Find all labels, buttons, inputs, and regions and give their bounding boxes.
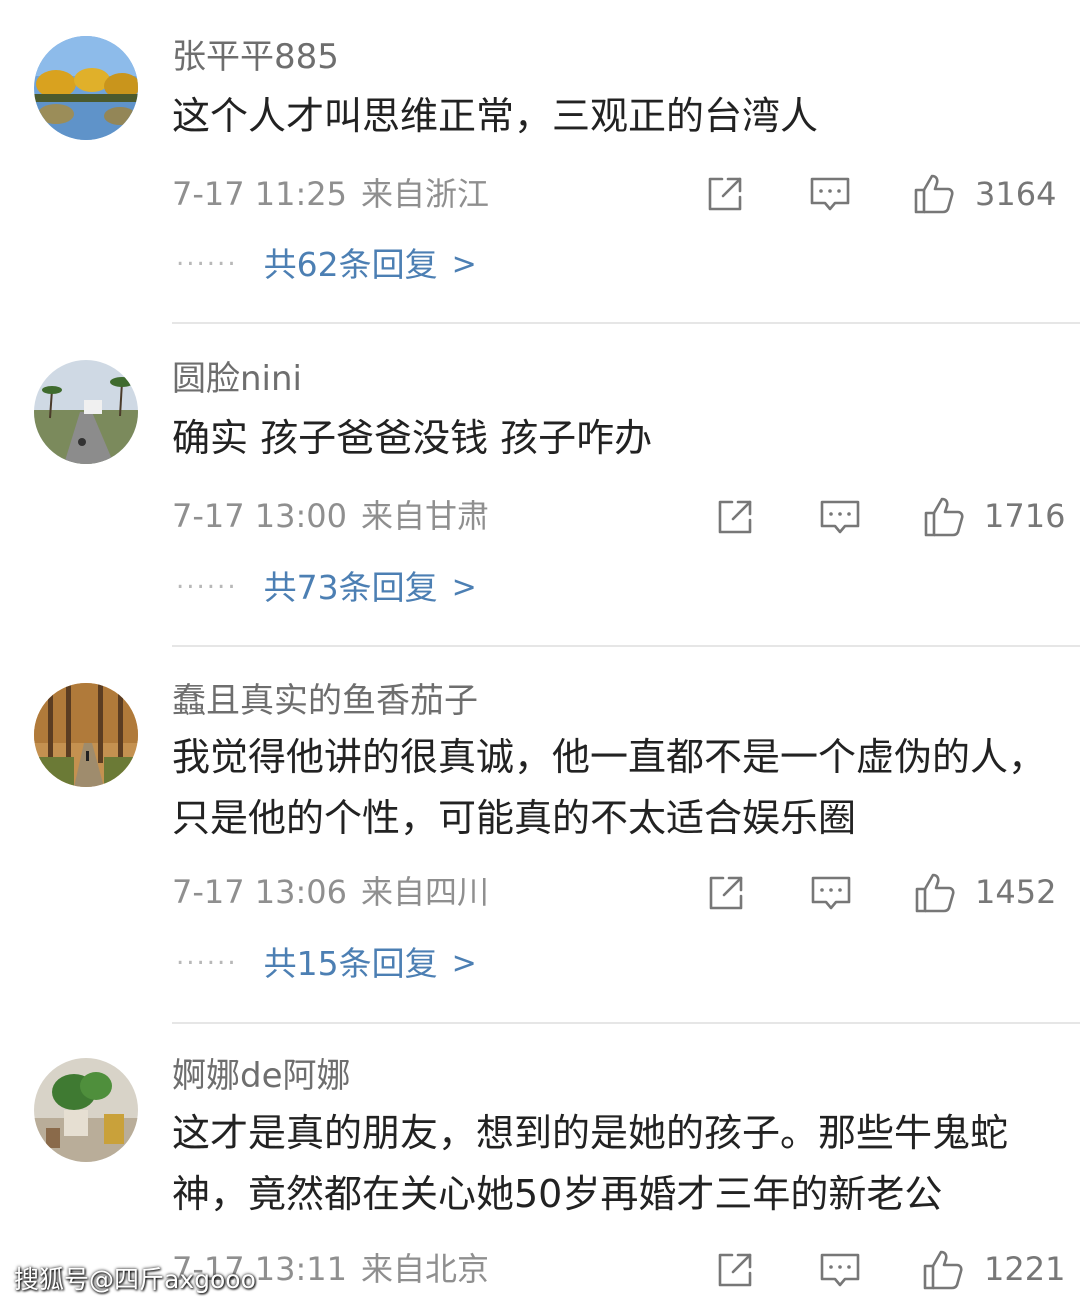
comment-icon: [820, 500, 860, 534]
replies-dots: ······: [176, 249, 238, 280]
autumn-trees-lake-photo-icon: [34, 36, 138, 140]
like-button[interactable]: [922, 495, 966, 539]
like-count: 1452: [975, 873, 1057, 911]
comment-text: 这个人才叫思维正常，三观正的台湾人: [172, 94, 819, 138]
view-replies-link[interactable]: ······ 共15条回复 >: [176, 947, 477, 980]
replies-dots: ······: [176, 948, 238, 979]
share-button[interactable]: [715, 1250, 755, 1290]
share-icon: [708, 177, 742, 211]
share-icon: [718, 500, 752, 534]
share-button[interactable]: [705, 174, 745, 214]
share-button[interactable]: [706, 873, 746, 913]
timestamp: 7-17 13:00: [172, 497, 348, 535]
timestamp: 7-17 13:06: [172, 873, 348, 911]
like-count: 1221: [984, 1250, 1066, 1288]
reply-button[interactable]: [808, 174, 852, 214]
chevron-right-icon: >: [451, 569, 477, 605]
replies-count: 共73条回复: [263, 568, 438, 607]
view-replies-link[interactable]: ······ 共62条回复 >: [176, 248, 477, 281]
comment-icon: [820, 1253, 860, 1287]
share-icon: [718, 1253, 752, 1287]
reply-button[interactable]: [818, 1250, 862, 1290]
avatar[interactable]: [34, 683, 138, 787]
comment-text: 确实 孩子爸爸没钱 孩子咋办: [172, 416, 653, 460]
like-button[interactable]: [921, 1248, 965, 1292]
share-button[interactable]: [715, 497, 755, 537]
potted-plant-photo-icon: [34, 1058, 138, 1162]
avatar[interactable]: [34, 360, 138, 464]
thumbs-up-icon: [923, 1250, 963, 1290]
palm-road-photo-icon: [34, 360, 138, 464]
comment-meta: 7-17 13:00 来自甘肃: [172, 500, 489, 532]
username[interactable]: 圆脸nini: [172, 362, 302, 396]
thumbs-up-icon: [915, 873, 955, 913]
thumbs-up-icon: [924, 497, 964, 537]
username[interactable]: 婀娜de阿娜: [172, 1059, 351, 1093]
replies-count: 共62条回复: [263, 245, 438, 284]
location: 来自甘肃: [361, 497, 490, 535]
like-button[interactable]: [913, 871, 957, 915]
chevron-right-icon: >: [451, 246, 477, 282]
reply-button[interactable]: [809, 873, 853, 913]
comment-text: 这才是真的朋友，想到的是她的孩子。那些牛鬼蛇神，竟然都在关心她50岁再婚才三年的…: [172, 1111, 1009, 1216]
autumn-forest-path-photo-icon: [34, 683, 138, 787]
location: 来自浙江: [361, 175, 490, 213]
comment-text: 我觉得他讲的很真诚，他一直都不是一个虚伪的人，只是他的个性，可能真的不太适合娱乐…: [172, 735, 1047, 840]
comment-icon: [810, 177, 850, 211]
like-count: 3164: [975, 175, 1057, 213]
thumbs-up-icon: [914, 174, 954, 214]
divider: [172, 645, 1080, 647]
share-icon: [709, 876, 743, 910]
comment-icon: [811, 876, 851, 910]
like-button[interactable]: [912, 172, 956, 216]
chevron-right-icon: >: [451, 945, 477, 981]
view-replies-link[interactable]: ······ 共73条回复 >: [176, 571, 477, 604]
divider: [172, 322, 1080, 324]
divider: [172, 1022, 1080, 1024]
avatar[interactable]: [34, 36, 138, 140]
comment-meta: 7-17 11:25 来自浙江: [172, 178, 489, 210]
replies-dots: ······: [176, 572, 238, 603]
watermark: 搜狐号@四斤axgooo: [14, 1265, 256, 1294]
replies-count: 共15条回复: [263, 944, 438, 983]
comment-meta: 7-17 13:06 来自四川: [172, 876, 489, 908]
username[interactable]: 蠢且真实的鱼香茄子: [172, 684, 478, 718]
like-count: 1716: [984, 497, 1066, 535]
location: 来自北京: [361, 1250, 490, 1288]
reply-button[interactable]: [818, 497, 862, 537]
location: 来自四川: [361, 873, 490, 911]
timestamp: 7-17 11:25: [172, 175, 348, 213]
username[interactable]: 张平平885: [172, 40, 339, 74]
avatar[interactable]: [34, 1058, 138, 1162]
